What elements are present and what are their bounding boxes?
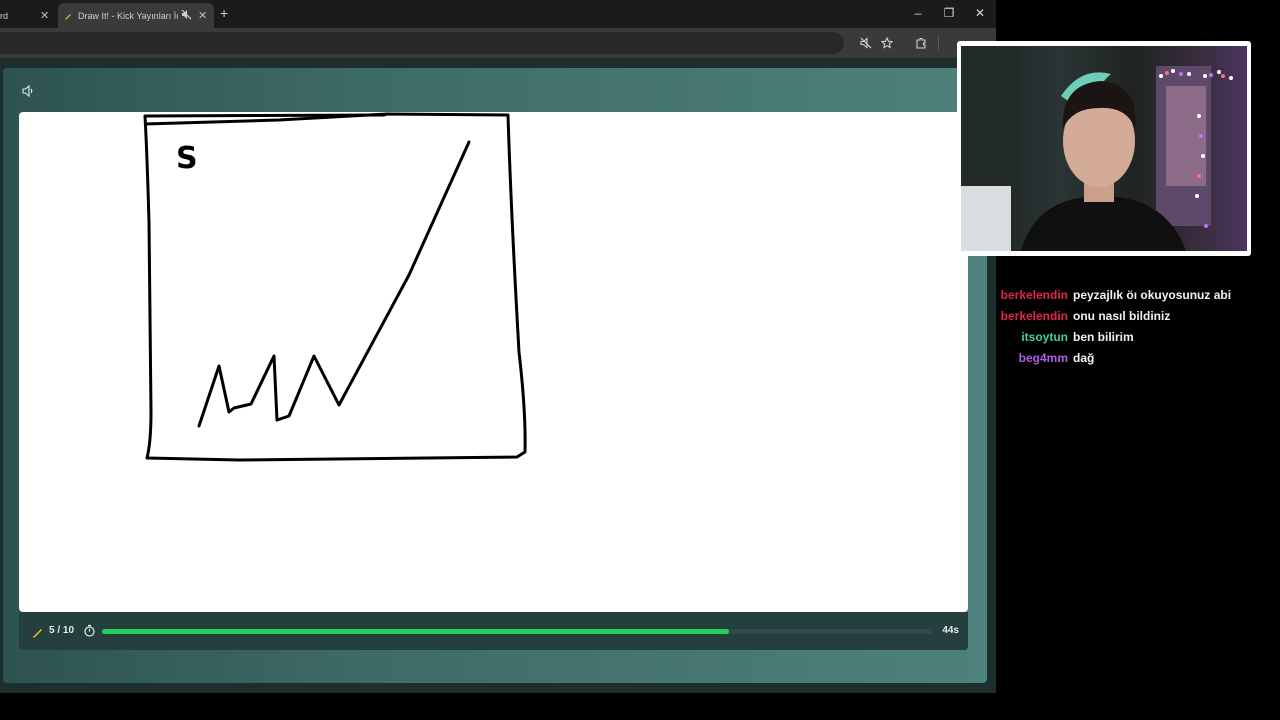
drawing-frame-stroke bbox=[143, 112, 527, 462]
chat-username[interactable]: berkelendin bbox=[1001, 309, 1068, 323]
round-status-bar: 5 / 10 44s bbox=[19, 612, 968, 650]
address-bar[interactable] bbox=[0, 32, 844, 54]
chat-message: itsoytun ben bilirim bbox=[996, 330, 1280, 351]
close-icon[interactable]: ✕ bbox=[198, 9, 207, 22]
restore-button[interactable]: ❐ bbox=[939, 6, 959, 20]
chat-username[interactable]: berkelendin bbox=[1001, 288, 1068, 302]
tab-active[interactable]: Draw It! - Kick Yayınları İçin ✕ bbox=[58, 3, 214, 28]
chat-text: ben bilirim bbox=[1073, 330, 1134, 344]
player-drawing: S bbox=[143, 112, 527, 462]
tab-previous[interactable]: rd ✕ bbox=[0, 3, 58, 28]
minimize-button[interactable]: – bbox=[908, 6, 928, 20]
chat-username[interactable]: beg4mm bbox=[1019, 351, 1068, 365]
chat-panel: berkelendin peyzajlık öı okuyosunuz abi … bbox=[996, 288, 1280, 372]
tab-previous-title: rd bbox=[0, 10, 9, 21]
tab-strip: rd ✕ Draw It! - Kick Yayınları İçin ✕ + … bbox=[0, 0, 996, 28]
chat-text: onu nasıl bildiniz bbox=[1073, 309, 1171, 323]
drawing-letter: S bbox=[176, 141, 198, 176]
new-tab-button[interactable]: + bbox=[220, 5, 228, 21]
chat-message: beg4mm dağ bbox=[996, 351, 1280, 372]
browser-window: rd ✕ Draw It! - Kick Yayınları İçin ✕ + … bbox=[0, 0, 996, 693]
drawing-canvas[interactable]: S bbox=[19, 112, 968, 612]
chat-text: peyzajlık öı okuyosunuz abi bbox=[1073, 288, 1232, 302]
tab-muted-icon[interactable] bbox=[181, 9, 192, 22]
screen: rd ✕ Draw It! - Kick Yayınları İçin ✕ + … bbox=[0, 0, 1280, 720]
mute-site-icon[interactable] bbox=[858, 35, 874, 51]
extensions-icon[interactable] bbox=[913, 35, 929, 51]
chat-text: dağ bbox=[1073, 351, 1095, 365]
chat-message: berkelendin peyzajlık öı okuyosunuz abi bbox=[996, 288, 1280, 309]
webcam-overlay bbox=[957, 41, 1251, 256]
bookmark-star-icon[interactable] bbox=[879, 35, 895, 51]
time-progress-fill bbox=[102, 629, 729, 634]
chat-message: berkelendin onu nasıl bildiniz bbox=[996, 309, 1280, 330]
time-remaining: 44s bbox=[942, 625, 959, 636]
toolbar-separator bbox=[938, 36, 939, 50]
round-counter: 5 / 10 bbox=[49, 625, 75, 636]
close-window-button[interactable]: ✕ bbox=[970, 6, 990, 20]
stopwatch-icon bbox=[83, 624, 96, 637]
browser-toolbar bbox=[0, 28, 996, 58]
drawing-mountain-stroke bbox=[197, 140, 471, 428]
chat-username[interactable]: itsoytun bbox=[1021, 330, 1068, 344]
pencil-icon bbox=[32, 625, 44, 638]
tab-title: Draw It! - Kick Yayınları İçin bbox=[78, 10, 178, 21]
page-viewport: S 5 / 10 44s bbox=[0, 58, 996, 693]
sound-icon[interactable] bbox=[21, 84, 35, 98]
time-progress-bar bbox=[102, 629, 932, 634]
pencil-favicon-icon bbox=[64, 12, 72, 20]
webcam-scene bbox=[961, 46, 1233, 251]
streamer-webcam bbox=[961, 46, 1247, 251]
close-icon[interactable]: ✕ bbox=[40, 9, 49, 22]
